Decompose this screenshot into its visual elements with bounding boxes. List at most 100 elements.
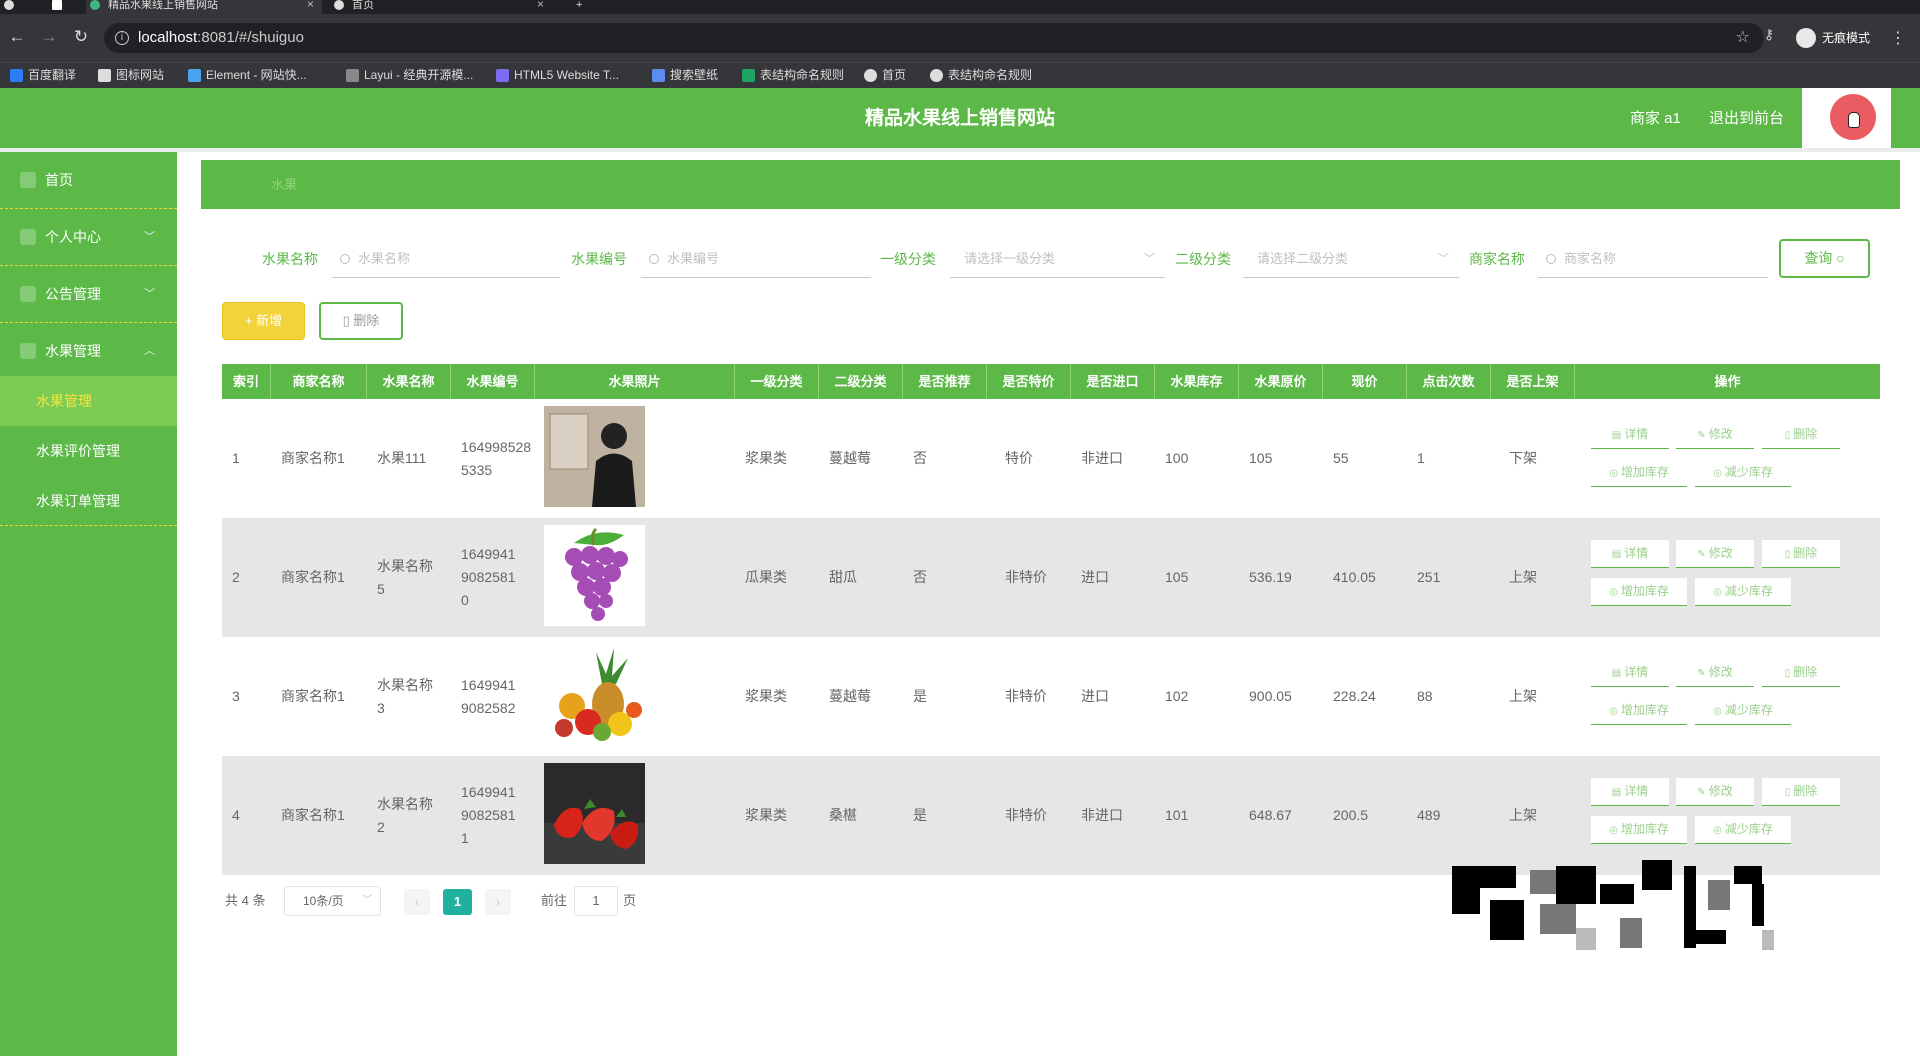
fruit-photo[interactable] xyxy=(544,406,645,507)
edit-button[interactable]: ✎ 修改 xyxy=(1676,540,1754,568)
bookmark-item[interactable]: 百度翻译 xyxy=(10,67,76,83)
detail-button[interactable]: ▤ 详情 xyxy=(1591,659,1669,687)
url-input[interactable]: i localhost:8081/#/shuiguo ☆ xyxy=(104,23,1764,53)
edit-button[interactable]: ✎ 修改 xyxy=(1676,659,1754,687)
sidebar-item-fruit-management[interactable]: 水果管理 ︿ xyxy=(0,323,177,380)
column-header: 水果库存 xyxy=(1155,364,1239,399)
detail-button[interactable]: ▤ 详情 xyxy=(1591,778,1669,806)
more-menu-icon[interactable]: ⋮ xyxy=(1890,28,1906,48)
cell-recommend: 否 xyxy=(913,569,927,585)
close-icon[interactable]: × xyxy=(307,0,314,10)
sidebar-subitem-fruit[interactable]: 水果管理 xyxy=(0,376,177,426)
reduce-stock-label: 减少库存 xyxy=(1724,584,1773,598)
page-suffix: 页 xyxy=(623,893,637,908)
bookmark-item[interactable]: 图标网站 xyxy=(98,67,164,83)
bookmark-item[interactable]: Element - 网站快... xyxy=(188,67,307,83)
bookmark-item[interactable]: HTML5 Website T... xyxy=(496,67,619,83)
chrome-menu-icon[interactable] xyxy=(0,0,22,14)
reload-icon[interactable]: ↻ xyxy=(72,28,90,46)
prev-page-button[interactable]: ‹ xyxy=(404,889,430,915)
info-icon[interactable]: i xyxy=(115,31,129,45)
cell-merchant: 商家名称1 xyxy=(281,569,345,585)
add-stock-button[interactable]: ◎ 增加库存 xyxy=(1591,459,1687,487)
query-button[interactable]: 查询 ○ xyxy=(1779,239,1870,278)
cell-category2: 蔓越莓 xyxy=(829,688,871,704)
cell-index: 4 xyxy=(232,807,240,823)
reduce-stock-button[interactable]: ◎ 减少库存 xyxy=(1695,459,1791,487)
chevron-down-icon: ﹀ xyxy=(1438,253,1449,265)
row-delete-button[interactable]: ▯ 删除 xyxy=(1762,421,1840,449)
reduce-stock-button[interactable]: ◎ 减少库存 xyxy=(1695,578,1791,606)
forward-icon[interactable]: → xyxy=(40,28,58,46)
location-icon: ◎ xyxy=(1609,468,1618,479)
new-tab-button[interactable]: + xyxy=(572,0,582,14)
goto-page-input[interactable]: 1 xyxy=(574,886,618,916)
row-delete-button[interactable]: ▯ 删除 xyxy=(1762,540,1840,568)
cell-price: 228.24 xyxy=(1333,688,1376,704)
exit-to-frontend-link[interactable]: 退出到前台 xyxy=(1709,88,1784,150)
cell-imported: 非进口 xyxy=(1081,807,1123,823)
merchant-name-input[interactable]: 商家名称 xyxy=(1538,244,1768,278)
bookmark-item[interactable]: 搜索壁纸 xyxy=(652,67,718,83)
browser-tab-active[interactable]: 精品水果线上销售网站 × xyxy=(86,0,322,14)
back-icon[interactable]: ← xyxy=(8,28,26,46)
pagination-total: 共 4 条 xyxy=(225,893,266,908)
add-button[interactable]: + 新增 xyxy=(222,302,305,340)
chevron-down-icon: ﹀ xyxy=(144,231,155,243)
sidebar-item-home[interactable]: 首页 xyxy=(0,152,177,209)
delete-button[interactable]: ▯ 删除 xyxy=(319,302,403,340)
page-size-select[interactable]: 10条/页 ﹀ xyxy=(284,886,381,916)
cell-orig-price: 536.19 xyxy=(1249,569,1292,585)
detail-button[interactable]: ▤ 详情 xyxy=(1591,540,1669,568)
close-icon[interactable]: × xyxy=(537,0,544,10)
next-page-button[interactable]: › xyxy=(485,889,511,915)
key-icon[interactable]: ⚷ xyxy=(1764,26,1774,43)
edit-label: 修改 xyxy=(1708,546,1733,560)
window-icon[interactable] xyxy=(48,0,70,14)
cell-merchant: 商家名称1 xyxy=(281,688,345,704)
bookmark-item[interactable]: 首页 xyxy=(864,67,906,83)
sidebar-subitem-fruit-review[interactable]: 水果评价管理 xyxy=(0,426,177,476)
chevron-down-icon: ﹀ xyxy=(362,895,372,906)
add-stock-button[interactable]: ◎ 增加库存 xyxy=(1591,578,1687,606)
trash-icon: ▯ xyxy=(1784,787,1791,798)
fruit-code-label: 水果编号 xyxy=(571,251,627,267)
sidebar-item-personal-center[interactable]: 个人中心 ﹀ xyxy=(0,209,177,266)
edit-button[interactable]: ✎ 修改 xyxy=(1676,421,1754,449)
sidebar-item-notice-management[interactable]: 公告管理 ﹀ xyxy=(0,266,177,323)
category1-select[interactable]: 请选择一级分类 ﹀ xyxy=(950,244,1165,278)
reduce-stock-button[interactable]: ◎ 减少库存 xyxy=(1695,697,1791,725)
sidebar-subitem-fruit-order[interactable]: 水果订单管理 xyxy=(0,476,177,526)
row-delete-button[interactable]: ▯ 删除 xyxy=(1762,778,1840,806)
edit-button[interactable]: ✎ 修改 xyxy=(1676,778,1754,806)
bookmark-item[interactable]: Layui - 经典开源模... xyxy=(346,67,473,83)
cell-name: 水果111 xyxy=(377,450,427,466)
add-stock-button[interactable]: ◎ 增加库存 xyxy=(1591,697,1687,725)
reduce-stock-label: 减少库存 xyxy=(1724,822,1773,836)
bookmark-label: Layui - 经典开源模... xyxy=(364,68,474,82)
column-header: 商家名称 xyxy=(271,364,367,399)
bookmark-item[interactable]: 表结构命名规则 xyxy=(930,67,1032,83)
page-number-current[interactable]: 1 xyxy=(443,889,472,915)
fruit-photo[interactable] xyxy=(544,763,645,864)
delete-label: 删除 xyxy=(1793,665,1818,679)
fruit-photo[interactable] xyxy=(544,644,645,745)
detail-button[interactable]: ▤ 详情 xyxy=(1591,421,1669,449)
user-icon xyxy=(20,229,36,245)
detail-icon: ▤ xyxy=(1611,430,1622,441)
bookmark-item[interactable]: 表结构命名规则 xyxy=(742,67,844,83)
header-avatar-box[interactable] xyxy=(1802,88,1891,150)
add-stock-button[interactable]: ◎ 增加库存 xyxy=(1591,816,1687,844)
cell-orig-price: 648.67 xyxy=(1249,807,1292,823)
star-icon[interactable]: ☆ xyxy=(1736,23,1750,53)
fruit-name-input[interactable]: 水果名称 xyxy=(332,244,560,278)
row-delete-button[interactable]: ▯ 删除 xyxy=(1762,659,1840,687)
category2-select[interactable]: 请选择二级分类 ﹀ xyxy=(1243,244,1459,278)
fruit-code-input[interactable]: 水果编号 xyxy=(641,244,871,278)
search-icon xyxy=(1546,254,1556,264)
detail-icon: ▤ xyxy=(1611,549,1622,560)
incognito-indicator[interactable]: 无痕模式 xyxy=(1796,28,1870,48)
fruit-photo[interactable] xyxy=(544,525,645,626)
browser-tab[interactable]: 首页 × xyxy=(330,0,552,14)
reduce-stock-button[interactable]: ◎ 减少库存 xyxy=(1695,816,1791,844)
